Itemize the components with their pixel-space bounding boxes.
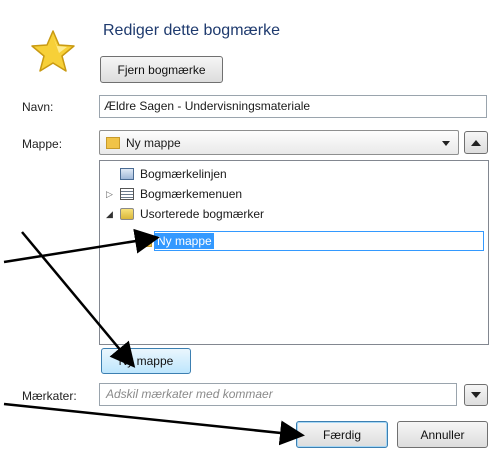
arrow-to-new-folder-button (21, 231, 136, 368)
arrow-to-new-folder-item (3, 228, 160, 264)
annotation-arrows (3, 228, 305, 446)
arrow-to-done-button (3, 402, 305, 446)
